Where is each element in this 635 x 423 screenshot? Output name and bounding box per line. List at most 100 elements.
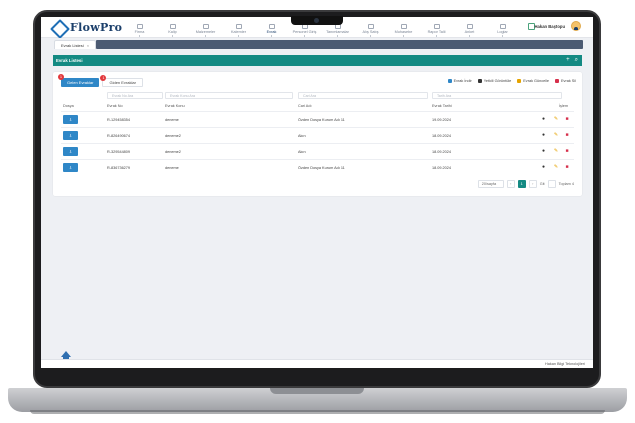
nav-label: Evrak [266,30,277,34]
trash-icon[interactable]: ■ [564,164,570,170]
user-name: Hakan Baştopu [534,23,565,29]
goto-page-input[interactable] [547,180,556,188]
user-icon[interactable]: ● [542,148,548,154]
nav-item-kalemler[interactable]: Kalemler [222,19,255,37]
nav-label: Rapor Talii [427,30,446,34]
nav-tick [238,35,239,37]
file-download-button[interactable]: ⇩ [63,131,78,140]
tarih-cell: 18.09.2024 [432,134,452,138]
edit-icon[interactable]: ✎ [553,116,559,122]
trash-icon [555,79,560,83]
search-icon[interactable]: ⌕ [575,57,578,64]
cari-cell: Akın [298,150,306,154]
nav-tick [172,35,173,37]
download-icon [447,79,452,83]
evrak-no-cell: R-329544809 [107,150,131,154]
page-button[interactable]: 1 [517,180,526,188]
tab-label: Giden Evraklar [109,80,136,85]
nav-tick [436,35,437,37]
edit-icon [517,79,522,83]
nav-label: Malzemeler [195,30,216,34]
trash-icon[interactable]: ■ [564,116,570,122]
close-icon[interactable]: × [87,43,89,48]
user-icon[interactable]: ● [542,164,548,170]
logo-text: FlowPro [70,21,123,34]
nav-item-loglar[interactable]: Loglar [486,19,519,37]
document-list-card: 1 Gelen Evraklar 1 Giden Evraklar Evrak … [53,72,582,196]
user-menu[interactable]: Hakan Baştopu [535,21,581,31]
evrak-no-cell: R-826490674 [107,134,131,138]
delete-document-button[interactable]: Evrak Sil [555,79,576,83]
nav-item-rapor[interactable]: Rapor Talii [420,19,453,37]
add-icon[interactable]: + [566,57,570,64]
nav-label: Muhasebe [394,30,413,34]
nav-item-firma[interactable]: Firma [123,19,156,37]
count-badge: 1 [100,75,107,81]
file-download-button[interactable]: ⇩ [63,115,78,124]
nav-tick [139,35,140,37]
evrak-konu-filter-input[interactable]: Evrak Konu Ara [165,92,293,99]
column-header[interactable]: Evrak Tarihi [432,104,452,108]
nav-tick [370,35,371,37]
tab-gelen-evraklar[interactable]: 1 Gelen Evraklar [58,74,100,87]
view-authorized-button[interactable]: Yetkili Görüntüle [477,79,511,83]
page-size-select[interactable]: 20/sayfa [477,180,504,188]
evrak-no-filter-input[interactable]: Evrak No Ara [107,92,163,99]
cari-cell: Özden Dosya Kurum Adı 11 [298,118,345,122]
table-row: ⇩ R-836736279 deneme Özden Dosya Kurum A… [61,159,574,175]
action-label: Evrak İndir [453,79,472,83]
user-icon[interactable]: ● [542,116,548,122]
edit-icon[interactable]: ✎ [553,132,559,138]
panel-header: Evrak Listesi + ⌕ [53,55,582,66]
nav-item-muhasebe[interactable]: Muhasebe [387,19,420,37]
chart-icon [433,24,440,29]
edit-icon[interactable]: ✎ [553,148,559,154]
table-header: Dosya Evrak No Evrak Konu Cari Adı Evrak… [61,102,574,110]
tab-bar-fill [96,40,583,49]
tab-giden-evraklar[interactable]: 1 Giden Evraklar [100,75,143,87]
table-row: ⇩ R-329544809 deneme2 Akın 18.09.2024 ● … [61,143,574,159]
nav-item-anket[interactable]: Anket [453,19,486,37]
document-tabs: 1 Gelen Evraklar 1 Giden Evraklar [58,74,143,87]
nav-item-malzemeler[interactable]: Malzemeler [189,19,222,37]
user-icon[interactable]: ● [542,132,548,138]
update-document-button[interactable]: Evrak Güncelle [517,79,549,83]
open-tab-evrak-listesi[interactable]: Evrak Listesi × [54,40,97,49]
log-icon [499,24,506,29]
column-header[interactable]: Evrak No [107,104,123,108]
nav-item-alis-satis[interactable]: Alış Satış [354,19,387,37]
trash-icon[interactable]: ■ [564,132,570,138]
nav-item-kalip[interactable]: Kalip [156,19,189,37]
tarih-cell: 19.09.2024 [432,118,452,122]
survey-icon [466,24,473,29]
app-screen: FlowPro Firma Kalip Malzemeler Kalemler … [41,17,593,368]
nav-tick [469,35,470,37]
panel-header-actions: + ⌕ [566,57,578,64]
prev-page-button[interactable]: ‹ [506,180,515,188]
edit-icon[interactable]: ✎ [553,164,559,170]
cari-filter-input[interactable]: Cari Ara [298,92,428,99]
nav-label: Loglar [497,30,508,34]
cari-cell: Özden Dosya Kurum Adı 11 [298,166,345,170]
column-header[interactable]: Evrak Konu [165,104,185,108]
nav-label: Firma [134,30,145,34]
footer-bar: Hakan Bilgi Teknolojileri [41,359,593,368]
download-document-button[interactable]: Evrak İndir [447,79,472,83]
avatar[interactable] [571,21,581,31]
nav-item-evrak[interactable]: Evrak [255,19,288,37]
action-label: Evrak Sil [561,79,576,83]
logo-icon [53,21,67,34]
column-header[interactable]: Cari Adı [298,104,312,108]
open-tabs-strip: Evrak Listesi × [41,38,593,49]
evrak-konu-cell: deneme2 [165,134,181,138]
trash-icon[interactable]: ■ [564,148,570,154]
file-download-button[interactable]: ⇩ [63,147,78,156]
next-page-button[interactable]: › [528,180,537,188]
logo[interactable]: FlowPro [53,21,122,34]
laptop-frame: FlowPro Firma Kalip Malzemeler Kalemler … [0,0,635,423]
tarih-filter-input[interactable]: Tarih Ara [432,92,562,99]
column-header[interactable]: Dosya [63,104,74,108]
file-download-button[interactable]: ⇩ [63,163,78,172]
nav-tick [403,35,404,37]
tab-label: Gelen Evraklar [67,80,94,85]
